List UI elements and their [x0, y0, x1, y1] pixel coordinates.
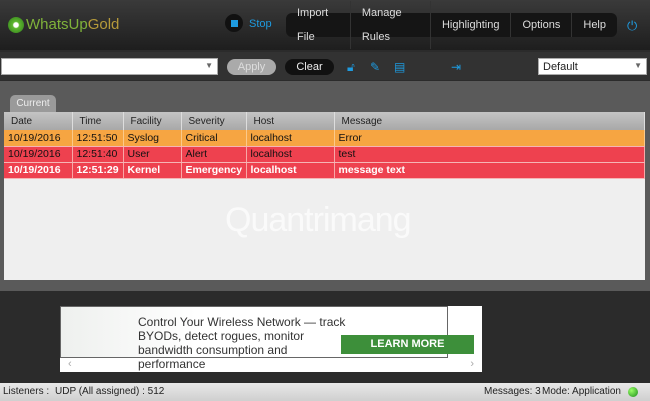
unlock-icon[interactable]: 🔓︎ [347, 60, 355, 75]
tab-current[interactable]: Current [10, 95, 56, 113]
cell-host: localhost [246, 130, 335, 147]
messages-count: Messages: 3 [484, 386, 541, 397]
col-message[interactable]: Message [334, 112, 645, 130]
cell-time: 12:51:50 [72, 130, 124, 147]
stop-label[interactable]: Stop [249, 18, 272, 30]
main-menu: Import File Manage Rules Highlighting Op… [286, 1, 617, 49]
filter-input[interactable]: ▼ [1, 58, 218, 75]
view-select-value: Default [543, 61, 578, 73]
mode-label: Mode: Application [542, 386, 621, 397]
cell-message: test [334, 146, 645, 163]
col-date[interactable]: Date [4, 112, 73, 130]
cell-time: 12:51:40 [72, 146, 124, 163]
cell-message: Error [334, 130, 645, 147]
learn-more-button[interactable]: LEARN MORE [341, 335, 474, 354]
col-host[interactable]: Host [246, 112, 335, 130]
menu-highlighting[interactable]: Highlighting [431, 13, 512, 37]
menu-help[interactable]: Help [572, 13, 617, 37]
col-severity[interactable]: Severity [181, 112, 247, 130]
document-icon[interactable]: ▤ [394, 60, 405, 74]
chevron-left-icon[interactable]: ‹ [68, 358, 72, 370]
logo-text-gold: Gold [87, 16, 120, 33]
status-led-icon [628, 387, 638, 397]
table-row[interactable]: 10/19/2016 12:51:40 User Alert localhost test [4, 146, 645, 163]
logo: WhatsUp Gold [8, 16, 119, 33]
cell-severity: Critical [181, 130, 247, 147]
eraser-icon[interactable]: ✎ [370, 60, 380, 74]
cell-facility: Syslog [123, 130, 182, 147]
col-time[interactable]: Time [72, 112, 124, 130]
chevron-right-icon[interactable]: › [470, 358, 474, 370]
cell-severity: Alert [181, 146, 247, 163]
cell-host: localhost [246, 146, 335, 163]
cell-time: 12:51:29 [72, 162, 124, 179]
ad-text: Control Your Wireless Network — track BY… [138, 315, 346, 371]
chevron-down-icon: ▼ [634, 61, 642, 70]
view-select[interactable]: Default ▼ [538, 58, 647, 75]
table-row[interactable]: 10/19/2016 12:51:50 Syslog Critical localhos… [4, 130, 645, 147]
cell-host: localhost [246, 162, 335, 179]
cell-facility: User [123, 146, 182, 163]
header: WhatsUp Gold Stop Import File Manage Rule… [0, 0, 650, 50]
menu-import-file[interactable]: Import File [286, 1, 351, 49]
power-icon[interactable]: ⏻ [627, 18, 637, 34]
cell-message: message text [334, 162, 645, 179]
status-bar: Listeners : UDP (All assigned) : 512 Mes… [0, 383, 650, 401]
log-panel: Date Time Facility Severity Host Message… [4, 112, 645, 280]
log-table: Date Time Facility Severity Host Message… [4, 112, 645, 179]
cell-severity: Emergency [181, 162, 247, 179]
cell-date: 10/19/2016 [4, 146, 73, 163]
stop-button[interactable] [225, 14, 243, 32]
cell-facility: Kernel [123, 162, 182, 179]
chevron-down-icon[interactable]: ▼ [205, 61, 213, 70]
listeners-label: Listeners : [3, 386, 50, 397]
apply-button[interactable]: Apply [227, 59, 276, 75]
export-icon[interactable]: ⇥ [451, 60, 461, 74]
logo-icon [8, 16, 24, 33]
col-facility[interactable]: Facility [123, 112, 182, 130]
cell-date: 10/19/2016 [4, 162, 73, 179]
logo-text: WhatsUp [26, 16, 88, 33]
table-header: Date Time Facility Severity Host Message [4, 112, 645, 130]
cell-date: 10/19/2016 [4, 130, 73, 147]
ad-banner[interactable]: Control Your Wireless Network — track BY… [60, 306, 482, 372]
table-row[interactable]: 10/19/2016 12:51:29 Kernel Emergency localho… [4, 162, 645, 179]
toolbar: ▼ Apply Clear 🔓︎ ✎ ▤ ⇥ Default ▼ [0, 52, 650, 80]
ad-content: Control Your Wireless Network — track BY… [60, 306, 474, 371]
stop-icon [230, 19, 238, 27]
clear-button[interactable]: Clear [285, 59, 334, 75]
watermark: Quantrimang [225, 201, 412, 239]
menu-options[interactable]: Options [511, 13, 573, 37]
menu-manage-rules[interactable]: Manage Rules [351, 1, 431, 49]
content-area: Current Date Time Facility Severity Host… [0, 81, 650, 291]
listeners-value: UDP (All assigned) : 512 [55, 386, 165, 397]
